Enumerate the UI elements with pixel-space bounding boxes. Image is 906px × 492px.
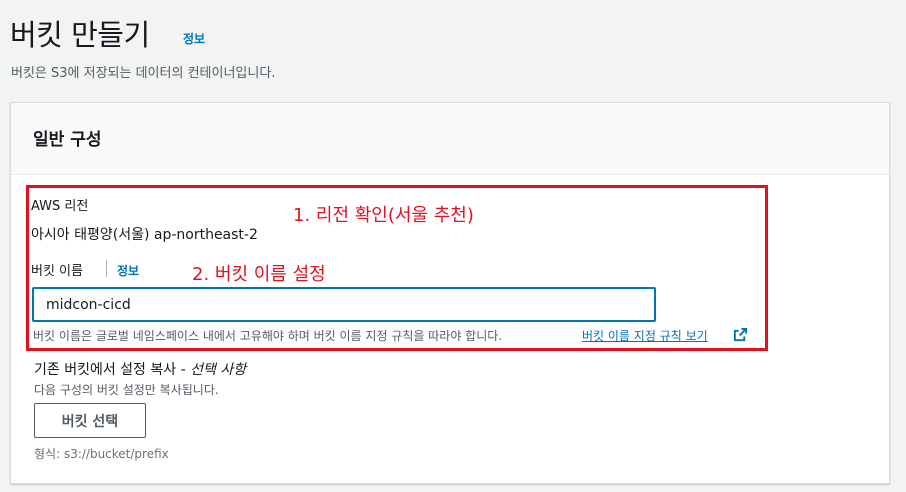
region-label: AWS 리전 (31, 199, 89, 214)
create-bucket-page: 버킷 만들기 정보 버킷은 S3에 저장되는 데이터의 컨테이너입니다. 일반 … (0, 0, 906, 492)
annotation-step1: 1. 리전 확인(서울 추천) (293, 205, 474, 226)
copy-settings-optional: 선택 사항 (190, 362, 247, 378)
naming-rules-link[interactable]: 버킷 이름 지정 규칙 보기 (582, 327, 708, 344)
copy-settings-title: 기존 버킷에서 설정 복사 - 선택 사항 (34, 359, 246, 379)
page-description: 버킷은 S3에 저장되는 데이터의 컨테이너입니다. (11, 66, 276, 81)
general-configuration-panel: 일반 구성 AWS 리전 아시아 태평양(서울) ap-northeast-2 … (10, 102, 890, 484)
choose-bucket-button[interactable]: 버킷 선택 (34, 403, 146, 438)
annotation-step2: 2. 버킷 이름 설정 (192, 264, 326, 285)
header-info-link[interactable]: 정보 (183, 30, 205, 47)
external-link-icon[interactable] (733, 327, 748, 342)
panel-header: 일반 구성 (11, 103, 889, 175)
bucket-name-input[interactable] (32, 287, 656, 322)
page-title: 버킷 만들기 (10, 18, 150, 52)
panel-title: 일반 구성 (33, 130, 102, 150)
label-divider (106, 260, 107, 277)
format-hint: 형식: s3://bucket/prefix (34, 447, 169, 461)
bucket-name-constraint: 버킷 이름은 글로벌 네임스페이스 내에서 고유해야 하며 버킷 이름 지정 규… (33, 329, 503, 343)
bucket-name-info-link[interactable]: 정보 (117, 262, 139, 279)
copy-settings-description: 다음 구성의 버킷 설정만 복사됩니다. (34, 383, 219, 397)
bucket-name-label: 버킷 이름 (31, 264, 83, 279)
region-value: 아시아 태평양(서울) ap-northeast-2 (31, 227, 258, 243)
copy-settings-title-text: 기존 버킷에서 설정 복사 - (34, 362, 191, 378)
